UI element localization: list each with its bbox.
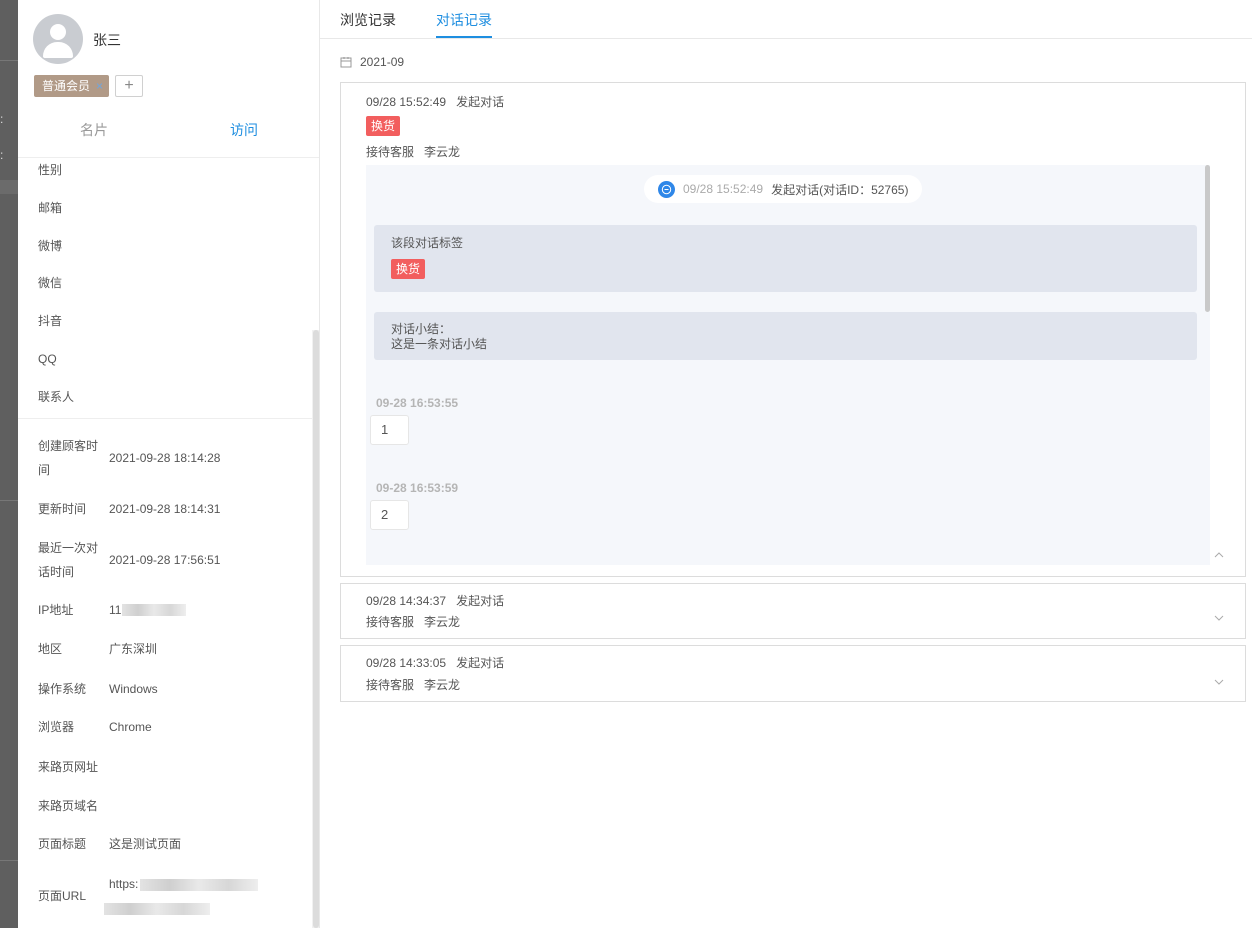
customer-name: 张三 [93, 32, 121, 48]
field-label-contact: 联系人 [38, 390, 75, 404]
field-label-os: 操作系统 [38, 682, 87, 696]
field-value-updated: 2021-09-28 18:14:31 [109, 502, 221, 516]
system-message-text: 发起对话(对话ID：52765) [771, 182, 909, 197]
session-agent: 接待客服 李云龙 [366, 145, 461, 159]
scrollbar-thumb[interactable] [313, 330, 319, 928]
field-label-referrer-domain: 来路页域名 [38, 799, 99, 813]
record-tabs: 浏览记录 对话记录 [320, 0, 1252, 39]
profile-tabs: 名片 访问 [18, 114, 319, 158]
session-tag: 换货 [366, 116, 401, 136]
field-label-referrer-url: 来路页网址 [38, 760, 99, 774]
field-value-ip: 11 [109, 603, 122, 617]
backdrop-glyph: : [0, 112, 4, 126]
member-tag[interactable]: 普通会员 × [34, 75, 110, 97]
redacted-ip [122, 604, 186, 616]
field-value-last-chat: 2021-09-28 17:56:51 [109, 553, 221, 567]
field-label-page-title: 页面标题 [38, 837, 87, 851]
chat-transcript[interactable]: 09/28 15:52:49 发起对话(对话ID：52765) 该段对话标签 换… [366, 165, 1210, 565]
field-value-created: 2021-09-28 18:14:28 [109, 451, 221, 465]
session-time: 09/28 14:34:37 发起对话 [366, 594, 505, 608]
field-label-created: 创建顾客时 [38, 439, 99, 453]
chevron-down-icon[interactable] [1213, 614, 1225, 622]
field-value-browser: Chrome [109, 720, 152, 734]
redacted-url-cont [104, 903, 210, 915]
backdrop-overlay: : : [0, 0, 18, 928]
field-label-ip: IP地址 [38, 603, 74, 617]
field-label-page-url: 页面URL [38, 889, 87, 903]
member-tag-label: 普通会员 [42, 79, 91, 93]
session-card[interactable]: 09/28 14:33:05 发起对话 接待客服 李云龙 [340, 645, 1246, 702]
session-agent: 接待客服 李云龙 [366, 615, 461, 629]
redacted-url [140, 879, 258, 891]
session-card[interactable]: 09/28 15:52:49 发起对话 换货 接待客服 李云龙 09/28 15… [340, 82, 1246, 577]
backdrop-glyph: : [0, 148, 4, 162]
active-tab-indicator [436, 36, 492, 38]
field-label-weibo: 微博 [38, 239, 63, 253]
field-label-last-chat: 最近一次对 [38, 541, 99, 555]
field-value-os: Windows [109, 682, 158, 696]
session-agent: 接待客服 李云龙 [366, 678, 461, 692]
system-message: 09/28 15:52:49 发起对话(对话ID：52765) [644, 175, 923, 203]
field-label-gender: 性别 [38, 163, 63, 177]
message-time: 09-28 16:53:55 [376, 396, 459, 410]
add-tag-button[interactable]: + [115, 75, 143, 97]
system-message-time: 09/28 15:52:49 [683, 182, 764, 196]
calendar-icon [340, 57, 352, 68]
field-value-page-title: 这是测试页面 [109, 837, 182, 851]
tab-chat-history[interactable]: 对话记录 [436, 10, 492, 30]
field-value-region: 广东深圳 [109, 642, 158, 656]
message-time: 09-28 16:53:59 [376, 481, 459, 495]
close-icon[interactable]: × [96, 75, 103, 97]
tab-browse-history[interactable]: 浏览记录 [340, 10, 396, 30]
section-divider [18, 418, 312, 419]
avatar [33, 14, 83, 64]
conversation-tag-title: 该段对话标签 [391, 236, 464, 250]
field-label-wechat: 微信 [38, 276, 63, 290]
session-time: 09/28 15:52:49 发起对话 [366, 95, 505, 109]
transcript-scrollbar[interactable] [1205, 165, 1210, 312]
field-label-browser: 浏览器 [38, 720, 75, 734]
field-value-page-url: https: [109, 877, 139, 891]
message-bubble: 2 [370, 500, 409, 530]
tab-card[interactable]: 名片 [80, 120, 108, 140]
chevron-down-icon[interactable] [1213, 678, 1225, 686]
message-bubble: 1 [370, 415, 409, 445]
session-card[interactable]: 09/28 14:34:37 发起对话 接待客服 李云龙 [340, 583, 1246, 639]
chat-bubble-icon [658, 180, 675, 198]
field-label-last-chat-cont: 话时间 [38, 565, 75, 579]
records-panel: 浏览记录 对话记录 2021-09 09/28 15:52:49 发起对话 换货… [320, 0, 1252, 928]
field-label-created-cont: 间 [38, 463, 51, 477]
conversation-tag: 换货 [391, 259, 426, 279]
field-label-qq: QQ [38, 352, 57, 366]
conversation-tag-box: 该段对话标签 换货 [374, 225, 1197, 292]
month-header: 2021-09 [340, 55, 404, 69]
month-label: 2021-09 [360, 55, 405, 69]
field-label-douyin: 抖音 [38, 314, 63, 328]
customer-profile-panel: 张三 普通会员 × + 名片 访问 性别 邮箱 微博 微信 抖音 QQ 联系人 … [18, 0, 320, 928]
field-label-region: 地区 [38, 642, 63, 656]
field-label-email: 邮箱 [38, 201, 63, 215]
tab-visit[interactable]: 访问 [230, 120, 258, 140]
chevron-up-icon[interactable] [1213, 551, 1225, 559]
summary-text: 这是一条对话小结 [391, 337, 488, 351]
field-label-updated: 更新时间 [38, 502, 87, 516]
session-time: 09/28 14:33:05 发起对话 [366, 656, 505, 670]
conversation-summary-box: 对话小结： 这是一条对话小结 [374, 312, 1197, 360]
